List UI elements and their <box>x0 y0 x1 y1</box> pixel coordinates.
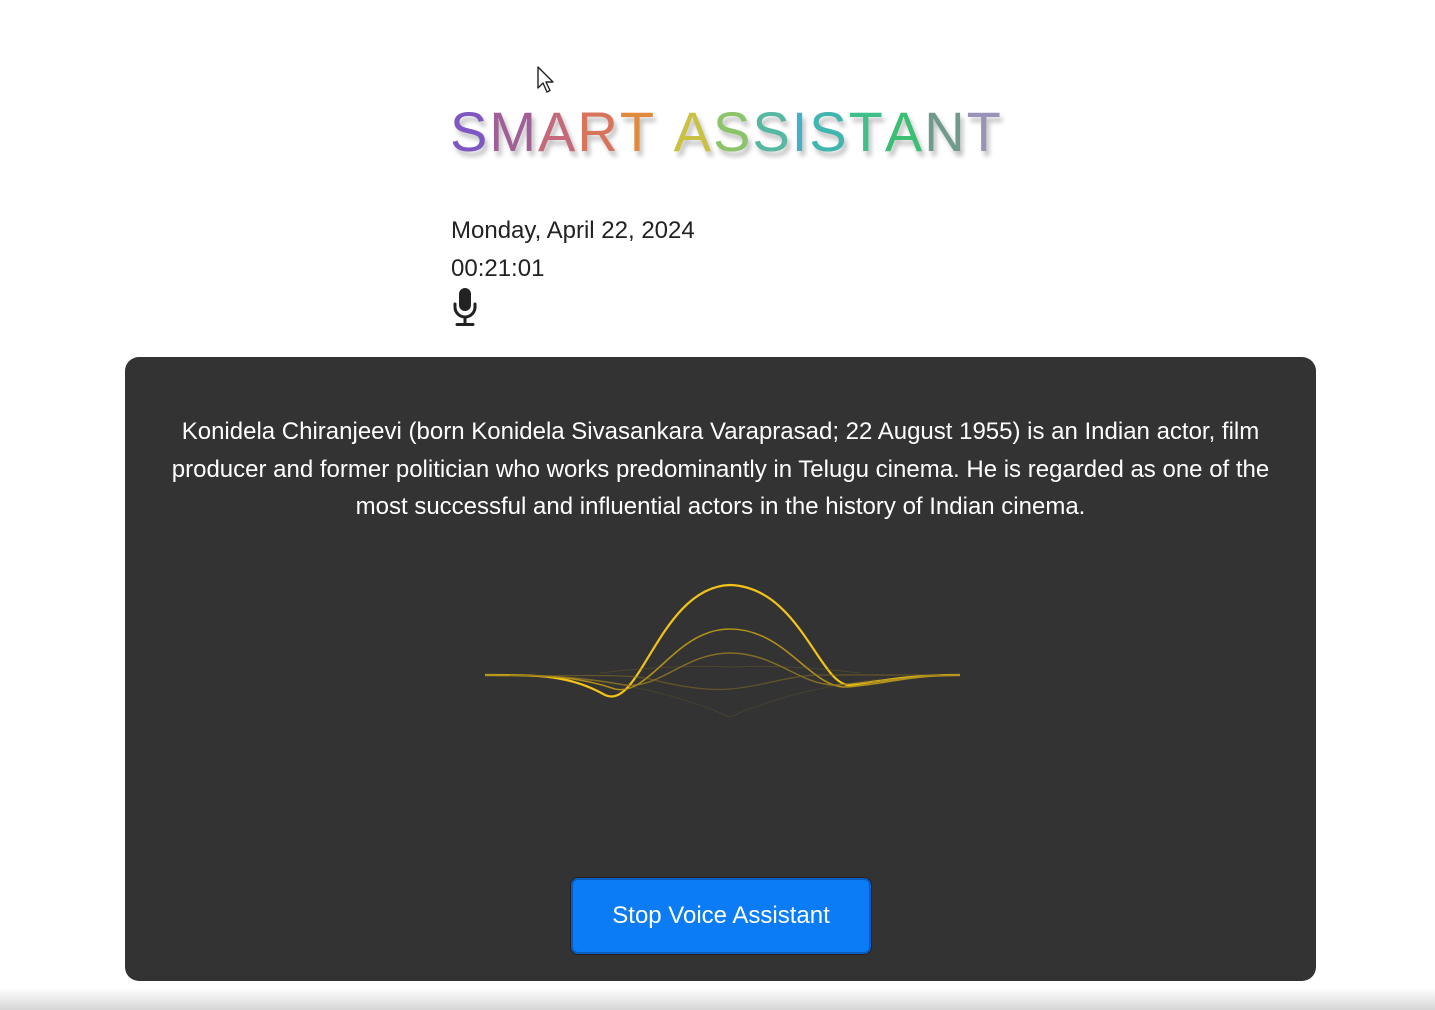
window-bottom-edge <box>0 988 1435 1010</box>
app-title-letter: S <box>712 100 753 163</box>
app-title-letter: T <box>848 100 885 163</box>
app-title-letter: T <box>619 100 657 163</box>
assistant-panel: Konidela Chiranjeevi (born Konidela Siva… <box>125 357 1316 981</box>
page: SMART ASSISTANT Monday, April 22, 2024 0… <box>0 0 1435 1010</box>
mouse-pointer-icon <box>537 66 554 93</box>
app-title-letter: A <box>673 100 713 163</box>
app-title-letter: M <box>489 100 539 163</box>
app-title-letter: A <box>884 100 925 163</box>
current-date: Monday, April 22, 2024 <box>451 217 695 244</box>
app-title-letter: R <box>577 100 620 163</box>
stop-voice-assistant-button[interactable]: Stop Voice Assistant <box>571 878 871 954</box>
voice-waveform-icon <box>484 583 961 718</box>
assistant-response-text: Konidela Chiranjeevi (born Konidela Siva… <box>171 418 1270 520</box>
current-time: 00:21:01 <box>451 255 545 282</box>
app-title-letter: S <box>809 100 849 163</box>
app-title-letter: N <box>924 100 967 163</box>
app-title-letter: S <box>752 100 792 163</box>
app-title-letter: A <box>538 100 578 163</box>
app-title-letter: I <box>791 100 810 163</box>
app-title-letter: T <box>966 100 1003 163</box>
app-title: SMART ASSISTANT <box>450 96 1003 168</box>
app-title-letter: S <box>450 100 490 163</box>
microphone-icon[interactable] <box>451 287 479 327</box>
app-title-letter <box>656 96 674 168</box>
